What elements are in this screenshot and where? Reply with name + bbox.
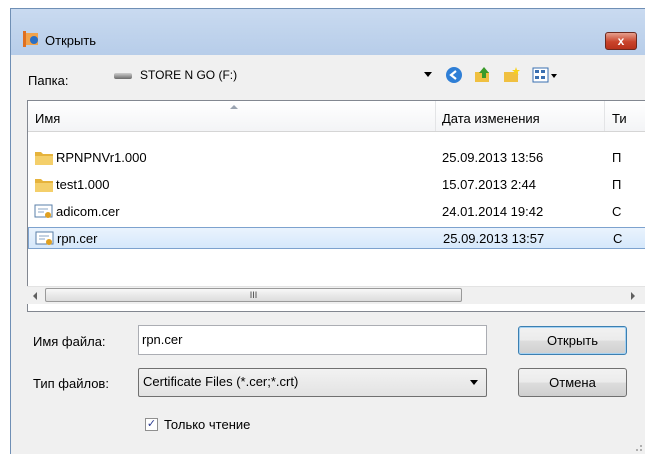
filetype-select[interactable]: Certificate Files (*.cer;*.crt)	[138, 368, 487, 397]
file-type: С	[613, 231, 623, 246]
certificate-icon	[35, 231, 54, 245]
certificate-icon	[34, 204, 53, 218]
scroll-left-icon[interactable]	[33, 292, 37, 300]
window-title: Открыть	[45, 33, 97, 48]
view-menu-icon[interactable]	[532, 66, 558, 84]
chevron-down-icon[interactable]	[470, 380, 478, 385]
file-type: П	[612, 150, 622, 165]
scroll-right-icon[interactable]	[631, 292, 635, 300]
folder-label: Папка:	[28, 73, 69, 88]
file-date: 15.07.2013 2:44	[442, 177, 536, 192]
app-icon	[23, 31, 38, 47]
file-type: П	[612, 177, 622, 192]
resize-grip-icon[interactable]	[633, 442, 643, 452]
file-list[interactable]: Имя Дата изменения Ти RPNPNVr1.000 25.09…	[27, 100, 645, 312]
list-item-selected[interactable]: rpn.cer 25.09.2013 13:57 С	[28, 227, 645, 249]
column-separator[interactable]	[604, 101, 605, 131]
filename-label: Имя файла:	[33, 334, 106, 349]
file-date: 25.09.2013 13:57	[443, 231, 545, 246]
column-date-modified[interactable]: Дата изменения	[442, 101, 540, 131]
list-header: Имя Дата изменения Ти	[28, 101, 645, 132]
file-name: RPNPNVr1.000	[56, 150, 147, 165]
up-folder-icon[interactable]	[474, 66, 492, 84]
file-name: rpn.cer	[57, 231, 98, 246]
back-icon[interactable]	[445, 66, 463, 84]
title-bar[interactable]: Открыть x	[11, 9, 645, 55]
folder-icon	[35, 179, 53, 192]
folder-combo[interactable]: STORE N GO (F:)	[102, 64, 432, 86]
filetype-label: Тип файлов:	[33, 376, 109, 391]
column-separator[interactable]	[435, 101, 436, 131]
sort-ascending-icon	[230, 105, 238, 109]
cancel-button[interactable]: Отмена	[518, 368, 627, 397]
horizontal-scrollbar[interactable]: III	[27, 286, 645, 304]
column-type[interactable]: Ти	[612, 101, 627, 131]
file-name: test1.000	[56, 177, 110, 192]
list-item[interactable]: adicom.cer 24.01.2014 19:42 С	[28, 201, 645, 223]
file-type: С	[612, 204, 622, 219]
list-item[interactable]: test1.000 15.07.2013 2:44 П	[28, 174, 645, 196]
column-name[interactable]: Имя	[35, 101, 60, 131]
file-date: 25.09.2013 13:56	[442, 150, 544, 165]
filetype-value: Certificate Files (*.cer;*.crt)	[143, 374, 299, 389]
close-button[interactable]: x	[605, 32, 637, 50]
readonly-label[interactable]: Только чтение	[164, 417, 250, 432]
filename-input[interactable]: rpn.cer	[138, 325, 487, 355]
open-button[interactable]: Открыть	[518, 326, 627, 355]
scroll-thumb[interactable]: III	[45, 288, 462, 302]
folder-icon	[35, 152, 53, 165]
chevron-down-icon[interactable]	[424, 72, 432, 77]
folder-value: STORE N GO (F:)	[140, 68, 238, 82]
readonly-checkbox[interactable]: ✓	[145, 418, 158, 431]
new-folder-icon[interactable]	[503, 66, 521, 84]
file-date: 24.01.2014 19:42	[442, 204, 544, 219]
list-item[interactable]: RPNPNVr1.000 25.09.2013 13:56 П	[28, 147, 645, 169]
file-name: adicom.cer	[56, 204, 120, 219]
drive-icon	[114, 73, 132, 79]
